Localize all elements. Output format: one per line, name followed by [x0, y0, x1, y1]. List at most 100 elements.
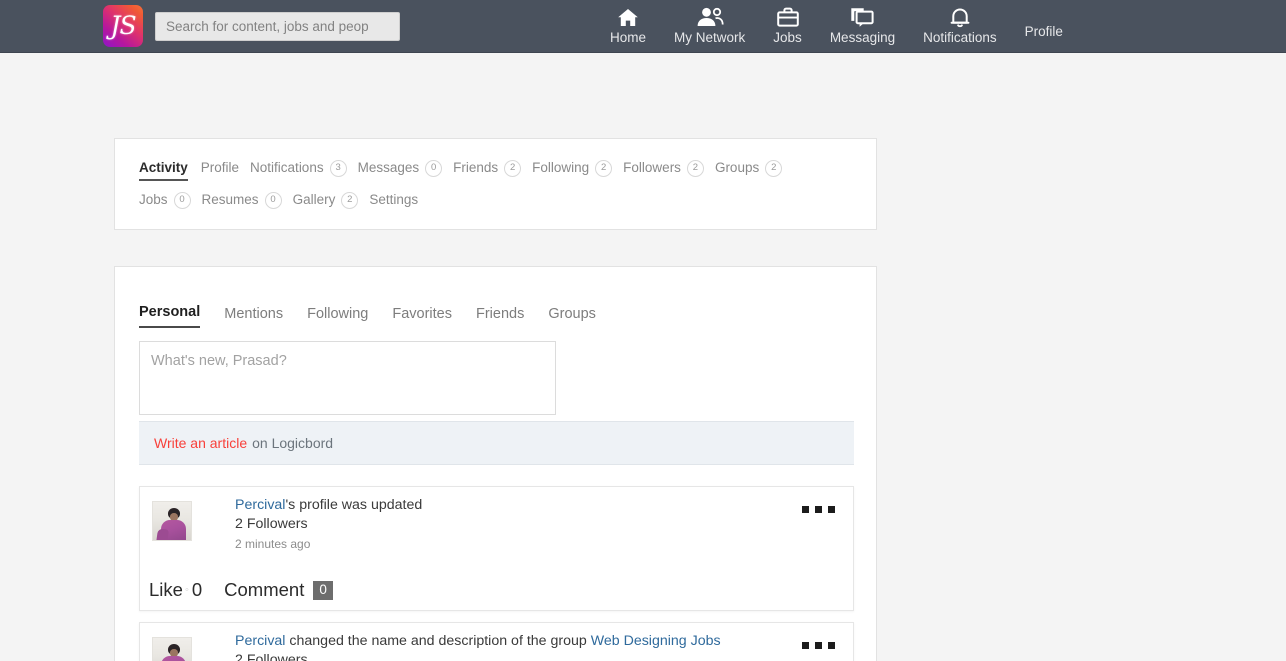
post-timestamp: 2 minutes ago	[235, 537, 311, 551]
profile-tab-label: Gallery	[292, 192, 336, 207]
like-count: 0	[191, 579, 203, 600]
profile-tab-messages[interactable]: Messages 0	[358, 159, 443, 181]
avatar[interactable]	[152, 501, 192, 541]
post-composer-input[interactable]	[139, 341, 556, 415]
profile-tab-label: Messages	[357, 160, 420, 175]
messaging-icon	[850, 6, 875, 28]
activity-post: Percival changed the name and descriptio…	[139, 622, 854, 661]
feed-tab-list: Personal Mentions Following Favorites Friend…	[139, 304, 620, 328]
write-article-bar: Write an article on Logicbord	[139, 421, 854, 465]
post-content: Percival changed the name and descriptio…	[235, 632, 725, 661]
post-actions: Like ◦ 0 Comment 0	[149, 579, 355, 601]
dot	[828, 506, 835, 513]
activity-post: Percival's profile was updated 2 Followe…	[139, 486, 854, 611]
profile-tab-label: Friends	[453, 160, 499, 175]
profile-tab-count-badge: 0	[264, 191, 282, 209]
profile-tab-label: Activity	[139, 160, 188, 175]
like-button[interactable]: Like ◦ 0	[149, 579, 202, 601]
avatar-body	[161, 656, 186, 661]
comment-button[interactable]: Comment 0	[224, 579, 333, 601]
like-separator: ◦	[184, 584, 189, 596]
profile-tab-count-badge: 3	[329, 159, 347, 177]
profile-tab-label: Jobs	[139, 192, 168, 207]
logo-text: JS	[110, 10, 136, 40]
search-input[interactable]	[155, 12, 400, 41]
profile-tab-followers[interactable]: Followers 2	[623, 159, 704, 181]
profile-tab-gallery[interactable]: Gallery 2	[293, 191, 359, 213]
dot	[802, 642, 809, 649]
write-article-link[interactable]: Write an article	[154, 435, 247, 451]
avatar[interactable]	[152, 637, 192, 661]
profile-tab-resumes[interactable]: Resumes 0	[202, 191, 282, 213]
profile-tab-count-badge: 0	[173, 191, 191, 209]
nav-label-home: Home	[610, 30, 647, 45]
nav-label-my-network: My Network	[674, 30, 746, 45]
dot	[815, 642, 822, 649]
post-author-link[interactable]: Percival	[235, 633, 285, 649]
dot	[815, 506, 822, 513]
comment-label: Comment	[224, 579, 305, 600]
primary-nav: Home My Network Jobs Messaging Notificat…	[596, 0, 1077, 53]
profile-tab-label: Following	[532, 160, 590, 175]
post-headline-text: 's profile was updated	[285, 497, 423, 513]
like-label: Like	[149, 579, 183, 600]
feed-tab-mentions[interactable]: Mentions	[224, 306, 283, 328]
briefcase-icon	[776, 6, 799, 28]
profile-tab-settings[interactable]: Settings	[369, 191, 418, 213]
post-content: Percival's profile was updated 2 Followe…	[235, 496, 725, 553]
profile-tabs-card: Activity Profile Notifications 3 Messages 0 Fr…	[114, 138, 877, 230]
profile-tab-label: Followers	[623, 160, 681, 175]
profile-tab-label: Notifications	[250, 160, 324, 175]
feed-tab-friends[interactable]: Friends	[476, 306, 524, 328]
feed-tab-groups[interactable]: Groups	[548, 306, 596, 328]
feed-tab-favorites[interactable]: Favorites	[392, 306, 452, 328]
bell-icon	[950, 6, 970, 28]
dot	[828, 642, 835, 649]
profile-tab-friends[interactable]: Friends 2	[453, 159, 522, 181]
post-headline-text: changed the name and description of the …	[285, 633, 591, 649]
nav-label-notifications: Notifications	[923, 30, 997, 45]
profile-tab-jobs[interactable]: Jobs 0	[139, 191, 191, 213]
nav-label-messaging: Messaging	[829, 30, 896, 45]
home-icon	[617, 6, 639, 28]
profile-tab-notifications[interactable]: Notifications 3	[250, 159, 347, 181]
dot	[802, 506, 809, 513]
profile-tab-groups[interactable]: Groups 2	[714, 159, 783, 181]
post-headline: Percival's profile was updated	[235, 496, 725, 515]
nav-label-jobs: Jobs	[773, 30, 802, 45]
avatar-arm	[156, 528, 169, 540]
profile-tab-activity[interactable]: Activity	[139, 159, 188, 181]
post-followers: 2 Followers	[235, 652, 308, 661]
profile-tab-label: Settings	[369, 192, 419, 207]
post-followers: 2 Followers	[235, 516, 308, 532]
logicbord-logo[interactable]: JS	[103, 5, 143, 47]
profile-tab-following[interactable]: Following 2	[532, 159, 613, 181]
top-navigation-bar: JS Home My Network	[0, 0, 1286, 53]
profile-tab-label: Groups	[714, 160, 760, 175]
nav-item-my-network[interactable]: My Network	[660, 0, 759, 46]
more-options-icon[interactable]	[800, 636, 837, 655]
post-group-link[interactable]: Web Designing Jobs	[591, 633, 721, 649]
profile-tab-profile[interactable]: Profile	[201, 159, 239, 181]
profile-tab-label: Resumes	[201, 192, 259, 207]
nav-item-notifications[interactable]: Notifications	[909, 0, 1011, 46]
nav-item-jobs[interactable]: Jobs	[759, 0, 816, 46]
profile-tab-count-badge: 0	[425, 159, 443, 177]
post-headline: Percival changed the name and descriptio…	[235, 632, 725, 651]
people-icon	[696, 6, 724, 28]
nav-item-profile[interactable]: Profile	[1011, 0, 1077, 40]
profile-tab-count-badge: 2	[595, 159, 613, 177]
profile-tab-count-badge: 2	[341, 191, 359, 209]
nav-item-messaging[interactable]: Messaging	[816, 0, 909, 46]
profile-tab-count-badge: 2	[686, 159, 704, 177]
activity-feed-card: Personal Mentions Following Favorites Friend…	[114, 266, 877, 661]
post-author-link[interactable]: Percival	[235, 497, 285, 513]
profile-tab-list: Activity Profile Notifications 3 Messages 0 Fr…	[115, 139, 815, 223]
profile-tab-count-badge: 2	[765, 159, 783, 177]
nav-label-profile: Profile	[1024, 24, 1063, 39]
feed-tab-following[interactable]: Following	[307, 306, 368, 328]
more-options-icon[interactable]	[800, 500, 837, 519]
profile-tab-label: Profile	[200, 160, 240, 175]
nav-item-home[interactable]: Home	[596, 0, 660, 46]
feed-tab-personal[interactable]: Personal	[139, 304, 201, 328]
